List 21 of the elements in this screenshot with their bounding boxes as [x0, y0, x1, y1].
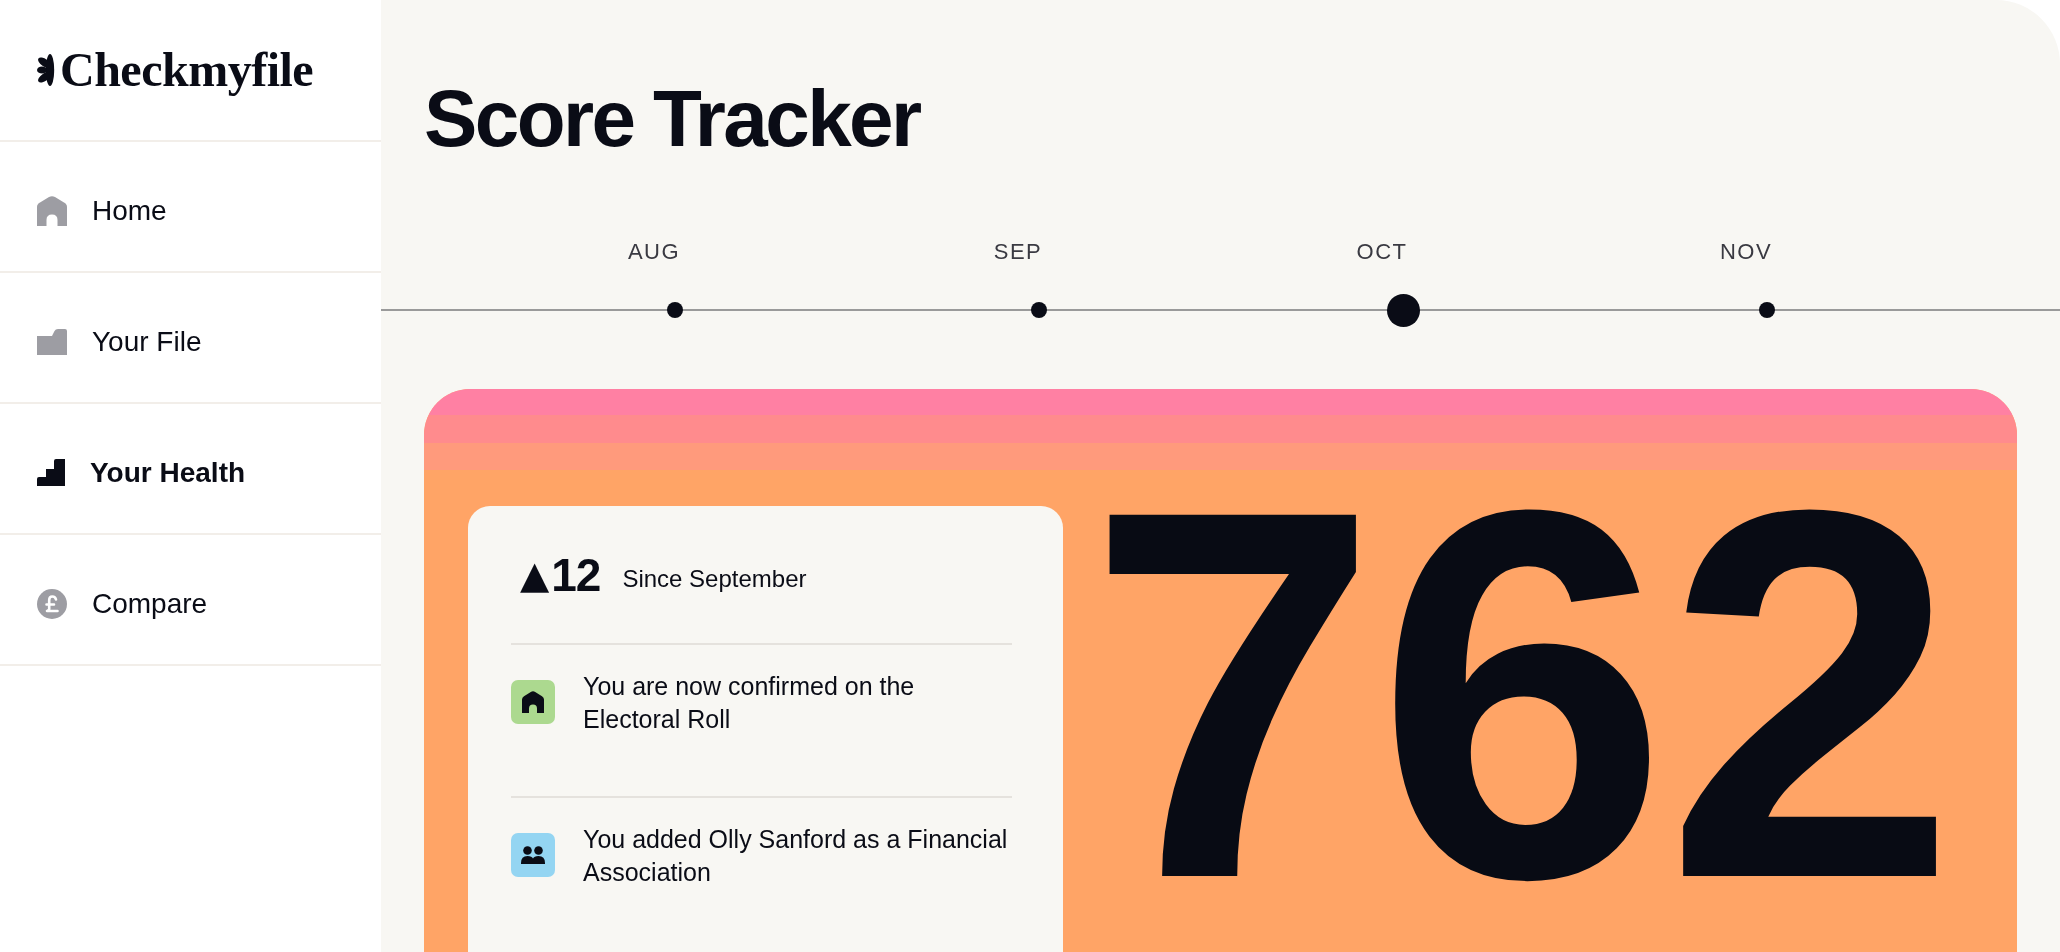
stairs-icon: [37, 459, 65, 486]
asterisk-icon: [37, 54, 57, 86]
month-label: AUG: [627, 239, 681, 265]
event-text: You added Olly Sanford as a Financial Association: [583, 824, 1009, 888]
timeline-dot[interactable]: [1386, 293, 1420, 327]
event-text: You are now confirmed on the Electoral Roll: [583, 671, 916, 735]
timeline-dot[interactable]: [1031, 302, 1047, 318]
logo-text: Checkmyfile: [60, 46, 314, 94]
score-change: 12: [551, 552, 601, 598]
folder-icon: [37, 328, 67, 355]
change-period: Since September: [622, 567, 807, 591]
score-value: 762: [1087, 500, 1954, 889]
month-label: SEP: [993, 239, 1043, 265]
timeline-dot[interactable]: [1759, 302, 1775, 318]
month-label: NOV: [1719, 239, 1773, 265]
house-icon: [37, 195, 67, 226]
timeline-dot[interactable]: [667, 302, 683, 318]
trend-arrow: ▲: [520, 556, 550, 594]
page-title: Score Tracker: [424, 79, 920, 159]
pound-coin-icon: [37, 588, 67, 619]
month-label: OCT: [1356, 239, 1408, 265]
